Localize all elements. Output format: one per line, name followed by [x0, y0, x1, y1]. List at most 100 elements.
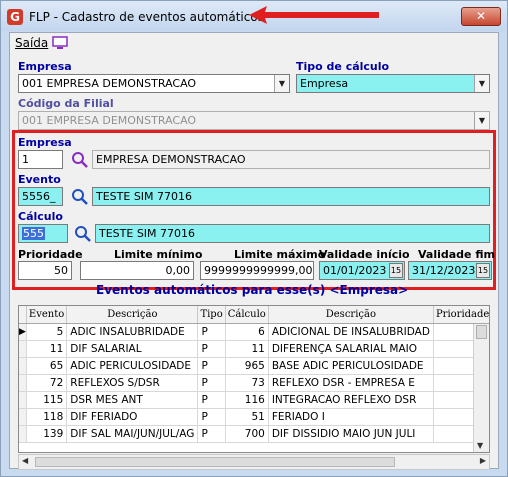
scroll-right-icon[interactable]: ▶ — [480, 456, 486, 465]
table-cell[interactable]: REFLEXO DSR - EMPRESA E — [268, 374, 434, 392]
chevron-down-icon[interactable]: ▼ — [474, 75, 489, 92]
table-cell[interactable]: 139 — [26, 425, 68, 443]
filter-evento-label: Evento — [18, 173, 61, 186]
column-header[interactable]: Tipo — [197, 306, 226, 324]
filial-select: 001 EMPRESA DEMONSTRACAO ▼ — [18, 111, 490, 130]
table-cell[interactable]: DSR MES ANT — [66, 391, 199, 409]
table-header-row: Evento Descrição Tipo Cálculo Descrição … — [19, 306, 489, 324]
column-header[interactable]: Prioridade — [433, 306, 489, 324]
horizontal-scrollbar[interactable]: ◀ ▶ — [18, 454, 490, 470]
table-cell[interactable]: P — [197, 323, 226, 341]
filter-empresa-code[interactable]: 1 — [18, 150, 63, 169]
menu-saida[interactable]: Saída — [15, 36, 48, 50]
app-logo-icon: G — [7, 9, 23, 25]
vertical-scroll-thumb[interactable] — [476, 325, 487, 339]
table-cell[interactable]: 6 — [225, 323, 269, 341]
horizontal-scroll-thumb[interactable] — [35, 457, 395, 467]
table-row[interactable]: 115 DSR MES ANT P 116 INTEGRACAO REFLEXO… — [19, 391, 489, 409]
table-cell[interactable]: 700 — [225, 425, 269, 443]
column-header[interactable]: Descrição — [66, 306, 199, 324]
table-cell[interactable]: ADIC INSALUBRIDADE — [66, 323, 199, 341]
calendar-icon[interactable]: 15 — [476, 263, 490, 278]
magnifier-icon[interactable] — [74, 225, 92, 243]
table-row[interactable]: 72 REFLEXOS S/DSR P 73 REFLEXO DSR - EMP… — [19, 374, 489, 392]
scroll-down-icon[interactable]: ▼ — [477, 441, 483, 450]
table-row[interactable]: 11 DIF SALARIAL P 11 DIFERENÇA SALARIAL … — [19, 340, 489, 358]
table-cell[interactable]: 965 — [225, 357, 269, 375]
indicator-header — [19, 306, 27, 324]
table-cell[interactable]: 51 — [225, 408, 269, 426]
column-header[interactable]: Cálculo — [225, 306, 269, 324]
row-indicator — [19, 340, 27, 358]
table-row[interactable]: 65 ADIC PERICULOSIDADE P 965 BASE ADIC P… — [19, 357, 489, 375]
table-cell[interactable]: 11 — [26, 340, 68, 358]
table-cell[interactable]: DIF FERIADO — [66, 408, 199, 426]
table-cell[interactable]: P — [197, 391, 226, 409]
chevron-down-icon[interactable]: ▼ — [274, 75, 289, 92]
magnifier-icon[interactable] — [71, 151, 89, 169]
filter-calculo-code[interactable]: 555 — [18, 224, 68, 243]
scroll-left-icon[interactable]: ◀ — [22, 456, 28, 465]
table-cell[interactable]: 116 — [225, 391, 269, 409]
table-cell[interactable]: P — [197, 340, 226, 358]
table-cell[interactable]: 115 — [26, 391, 68, 409]
table-cell[interactable]: DIF DISSIDIO MAIO JUN JULI — [268, 425, 434, 443]
empresa-select-value: 001 EMPRESA DEMONSTRACAO — [22, 77, 197, 90]
red-arrow-icon — [249, 6, 379, 24]
validade-inicio-value: 01/01/2023 — [323, 264, 387, 277]
table-cell[interactable]: BASE ADIC PERICULOSIDADE — [268, 357, 434, 375]
table-cell[interactable]: P — [197, 374, 226, 392]
table-cell[interactable]: INTEGRACAO REFLEXO DSR — [268, 391, 434, 409]
filter-evento-code[interactable]: 5556_ — [18, 187, 63, 206]
table-cell[interactable]: 118 — [26, 408, 68, 426]
table-cell[interactable]: P — [197, 357, 226, 375]
window-title: FLP - Cadastro de eventos automáticos — [29, 10, 264, 24]
column-header[interactable]: Evento — [26, 306, 68, 324]
table-cell[interactable]: 5 — [26, 323, 68, 341]
prioridade-input[interactable]: 50 — [18, 261, 72, 280]
table-cell[interactable]: DIFERENÇA SALARIAL MAIO — [268, 340, 434, 358]
row-indicator — [19, 391, 27, 409]
vertical-scrollbar[interactable]: ▼ — [473, 324, 489, 452]
limite-maximo-input[interactable]: 9999999999999,00 — [200, 261, 314, 280]
table-row[interactable]: 118 DIF FERIADO P 51 FERIADO I 5 — [19, 408, 489, 426]
validade-inicio-label: Validade início — [319, 248, 410, 261]
table-cell[interactable]: DIF SAL MAI/JUN/JUL/AG — [66, 425, 199, 443]
table-cell[interactable]: DIF SALARIAL — [66, 340, 199, 358]
empresa-label: Empresa — [18, 60, 72, 73]
table-row[interactable]: ▶ 5 ADIC INSALUBRIDADE P 6 ADICIONAL DE … — [19, 323, 489, 341]
prioridade-label: Prioridade — [18, 248, 83, 261]
magnifier-icon[interactable] — [71, 188, 89, 206]
row-indicator — [19, 357, 27, 375]
validade-fim-input[interactable]: 31/12/2023 15 — [408, 261, 492, 280]
table-row[interactable]: 139 DIF SAL MAI/JUN/JUL/AG P 700 DIF DIS… — [19, 425, 489, 443]
filial-select-value: 001 EMPRESA DEMONSTRACAO — [22, 114, 197, 127]
close-button[interactable]: ✕ — [461, 7, 501, 26]
filter-empresa-name: EMPRESA DEMONSTRACAO — [92, 150, 490, 169]
empresa-select[interactable]: 001 EMPRESA DEMONSTRACAO ▼ — [18, 74, 290, 93]
monitor-icon[interactable] — [52, 36, 68, 50]
row-indicator — [19, 425, 27, 443]
validade-inicio-input[interactable]: 01/01/2023 15 — [319, 261, 405, 280]
table-cell[interactable]: P — [197, 425, 226, 443]
table-cell[interactable]: 65 — [26, 357, 68, 375]
table-cell[interactable]: 73 — [225, 374, 269, 392]
validade-fim-label: Validade fim — [418, 248, 495, 261]
tipo-calculo-value: Empresa — [300, 77, 349, 90]
table-cell[interactable]: FERIADO I — [268, 408, 434, 426]
limite-minimo-input[interactable]: 0,00 — [80, 261, 194, 280]
title-bar[interactable]: G FLP - Cadastro de eventos automáticos … — [1, 1, 507, 31]
calendar-icon[interactable]: 15 — [389, 263, 403, 278]
table-cell[interactable]: ADICIONAL DE INSALUBRIDAD — [268, 323, 434, 341]
table-cell[interactable]: ADIC PERICULOSIDADE — [66, 357, 199, 375]
row-indicator — [19, 374, 27, 392]
events-grid[interactable]: Evento Descrição Tipo Cálculo Descrição … — [18, 305, 490, 453]
current-row-indicator-icon: ▶ — [19, 323, 27, 341]
column-header[interactable]: Descrição — [268, 306, 434, 324]
tipo-calculo-select[interactable]: Empresa ▼ — [296, 74, 490, 93]
table-cell[interactable]: 72 — [26, 374, 68, 392]
table-cell[interactable]: P — [197, 408, 226, 426]
limite-maximo-label: Limite máximo — [234, 248, 326, 261]
table-cell[interactable]: 11 — [225, 340, 269, 358]
table-cell[interactable]: REFLEXOS S/DSR — [66, 374, 199, 392]
